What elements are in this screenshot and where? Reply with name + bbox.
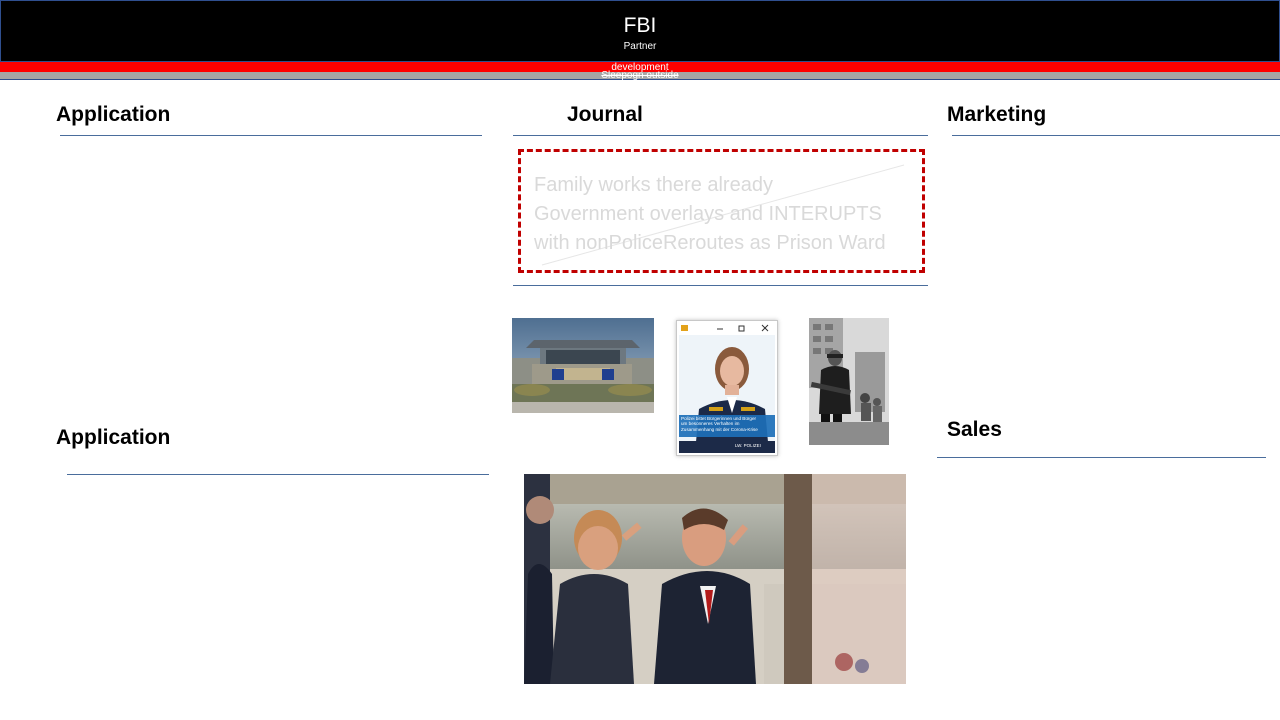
police-card-footer: LW. POLIZEI [735, 443, 761, 448]
heading-application-top: Application [56, 103, 171, 126]
rule-journal-bottom [513, 285, 928, 286]
rule-application-bottom [67, 474, 489, 475]
header-title: FBI [623, 14, 657, 37]
heading-marketing: Marketing [947, 103, 1047, 126]
police-card-caption: Polizei bittet Bürgerinnen und Bürger um… [681, 416, 773, 432]
police-card-caption-line-3: Zusammenhang mit der Corona-Krise [681, 426, 758, 432]
leaders-window-photo [524, 474, 906, 684]
rule-sales [937, 457, 1266, 458]
heading-journal: Journal [567, 103, 643, 126]
rule-application-top [60, 135, 482, 136]
rule-journal [513, 135, 928, 136]
rule-marketing [952, 135, 1280, 136]
police-card-image [679, 324, 775, 453]
note-line-1: Family works there already [534, 174, 773, 196]
soldier-bw-photo [809, 318, 889, 445]
police-building-photo [512, 318, 654, 413]
header-subtitle: Partner [623, 41, 657, 52]
note-line-2: Government overlays and INTERUPTS [534, 203, 882, 225]
police-card-window: Polizei bittet Bürgerinnen und Bürger um… [676, 320, 778, 456]
heading-application-bottom: Application [56, 426, 171, 449]
note-line-3: with nonPoliceReroutes as Prison Ward [534, 232, 886, 254]
gray-strip-label: Sleepogn outside [601, 70, 679, 81]
heading-sales: Sales [947, 418, 1002, 441]
